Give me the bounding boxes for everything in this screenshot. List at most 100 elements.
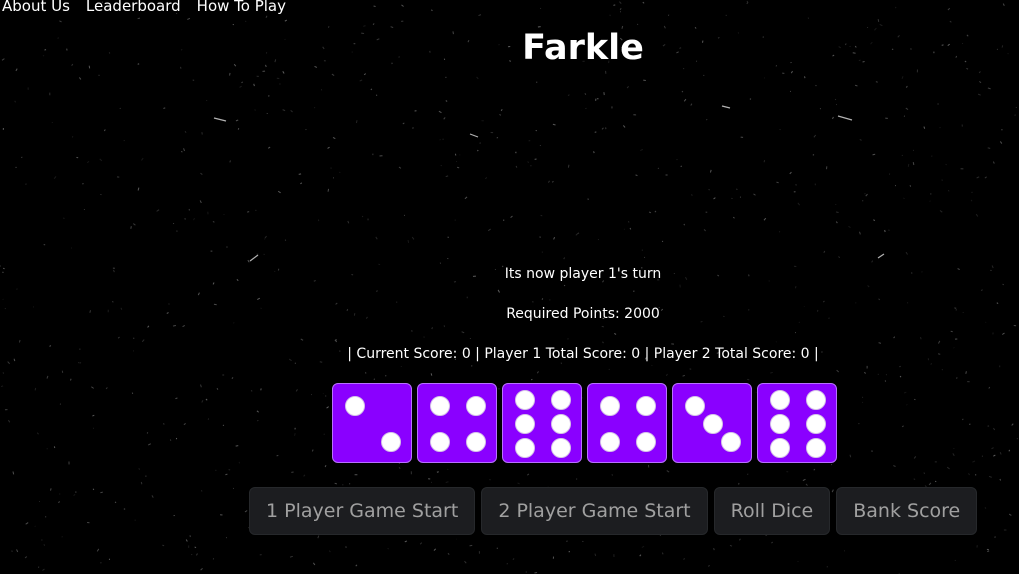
background-speck bbox=[822, 300, 825, 303]
background-speck bbox=[517, 482, 520, 485]
background-speck bbox=[196, 553, 198, 556]
background-speck bbox=[464, 196, 468, 200]
die-pip bbox=[770, 414, 790, 434]
background-speck bbox=[331, 73, 335, 76]
background-speck bbox=[899, 375, 902, 378]
background-streak bbox=[469, 133, 479, 138]
background-speck bbox=[560, 362, 563, 365]
background-speck bbox=[861, 396, 864, 398]
background-speck bbox=[156, 209, 160, 212]
background-speck bbox=[137, 17, 141, 20]
background-speck bbox=[601, 127, 604, 130]
background-speck bbox=[949, 20, 952, 23]
two-player-start-button[interactable]: 2 Player Game Start bbox=[481, 487, 708, 535]
one-player-start-button[interactable]: 1 Player Game Start bbox=[249, 487, 476, 535]
background-speck bbox=[905, 251, 908, 255]
background-speck bbox=[642, 1, 645, 4]
background-speck bbox=[629, 227, 632, 230]
background-speck bbox=[402, 122, 405, 125]
background-speck bbox=[526, 473, 530, 476]
background-speck bbox=[119, 107, 121, 110]
die-pip bbox=[551, 438, 571, 458]
nav-link-leaderboard[interactable]: Leaderboard bbox=[86, 0, 181, 15]
die-3[interactable] bbox=[502, 383, 582, 463]
background-speck bbox=[284, 19, 288, 22]
background-speck bbox=[981, 455, 984, 457]
background-speck bbox=[532, 301, 534, 303]
background-speck bbox=[163, 107, 166, 109]
background-speck bbox=[137, 187, 140, 191]
background-speck bbox=[254, 109, 256, 111]
background-speck bbox=[61, 536, 63, 538]
background-speck bbox=[324, 464, 327, 468]
background-speck bbox=[871, 260, 874, 263]
background-speck bbox=[593, 151, 595, 154]
background-speck bbox=[235, 119, 239, 122]
background-speck bbox=[295, 389, 298, 392]
background-speck bbox=[713, 548, 715, 551]
turn-status: Its now player 1's turn bbox=[504, 266, 662, 282]
background-speck bbox=[43, 543, 46, 546]
background-speck bbox=[980, 289, 983, 291]
die-pip bbox=[600, 432, 620, 452]
die-1[interactable] bbox=[332, 383, 412, 463]
background-speck bbox=[614, 332, 617, 335]
roll-dice-button[interactable]: Roll Dice bbox=[713, 487, 831, 535]
die-pip bbox=[600, 396, 620, 416]
background-speck bbox=[947, 7, 951, 11]
background-speck bbox=[993, 454, 996, 457]
die-6[interactable] bbox=[757, 383, 837, 463]
die-2[interactable] bbox=[417, 383, 497, 463]
background-speck bbox=[823, 250, 826, 254]
background-speck bbox=[945, 163, 947, 166]
background-speck bbox=[212, 220, 215, 223]
background-speck bbox=[867, 285, 870, 288]
nav-link-how-to-play[interactable]: How To Play bbox=[197, 0, 286, 15]
background-speck bbox=[753, 193, 756, 196]
background-speck bbox=[988, 386, 991, 389]
background-speck bbox=[282, 109, 286, 112]
background-speck bbox=[994, 536, 996, 538]
background-speck bbox=[175, 397, 178, 400]
background-speck bbox=[575, 232, 579, 236]
background-speck bbox=[912, 162, 915, 166]
background-speck bbox=[361, 215, 364, 218]
background-speck bbox=[16, 549, 19, 553]
background-speck bbox=[789, 171, 792, 175]
background-speck bbox=[913, 456, 917, 459]
background-speck bbox=[993, 427, 996, 431]
nav-link-about-us[interactable]: About Us bbox=[2, 0, 70, 15]
background-streak bbox=[249, 254, 259, 262]
background-speck bbox=[676, 158, 678, 161]
background-speck bbox=[903, 115, 906, 117]
background-speck bbox=[641, 545, 645, 548]
background-speck bbox=[328, 550, 331, 553]
die-pip bbox=[515, 414, 535, 434]
background-speck bbox=[771, 541, 774, 544]
background-speck bbox=[111, 301, 114, 303]
bank-score-button[interactable]: Bank Score bbox=[836, 487, 978, 535]
background-speck bbox=[563, 284, 566, 287]
die-4[interactable] bbox=[587, 383, 667, 463]
background-speck bbox=[879, 23, 883, 27]
background-speck bbox=[682, 374, 685, 377]
die-5[interactable] bbox=[672, 383, 752, 463]
background-speck bbox=[813, 468, 816, 471]
background-speck bbox=[456, 166, 460, 169]
background-speck bbox=[732, 216, 735, 219]
background-speck bbox=[147, 325, 150, 328]
background-speck bbox=[873, 219, 876, 222]
background-speck bbox=[622, 125, 626, 128]
background-speck bbox=[909, 184, 912, 187]
background-speck bbox=[601, 325, 604, 328]
background-speck bbox=[255, 209, 257, 212]
background-speck bbox=[200, 172, 203, 175]
die-pip bbox=[806, 414, 826, 434]
background-speck bbox=[746, 1, 749, 5]
background-speck bbox=[635, 174, 638, 177]
background-speck bbox=[987, 147, 991, 149]
background-speck bbox=[661, 552, 664, 555]
background-speck bbox=[738, 538, 741, 541]
background-speck bbox=[835, 211, 839, 214]
background-streak bbox=[837, 115, 853, 121]
